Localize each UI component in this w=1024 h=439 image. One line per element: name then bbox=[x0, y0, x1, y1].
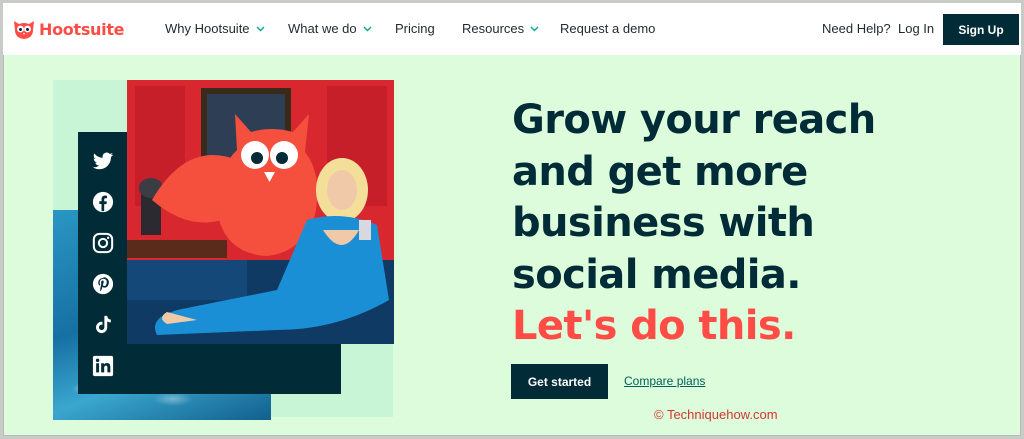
chevron-down-icon bbox=[530, 26, 539, 31]
nav-pricing[interactable]: Pricing bbox=[395, 21, 435, 36]
nav-request-demo[interactable]: Request a demo bbox=[560, 21, 655, 36]
chevron-down-icon bbox=[256, 26, 265, 31]
headline-line: business with bbox=[512, 200, 815, 246]
nav-label: Resources bbox=[462, 21, 525, 36]
nav-resources[interactable]: Resources bbox=[462, 21, 539, 36]
headline-line: and get more bbox=[512, 148, 808, 195]
need-help-link[interactable]: Need Help? bbox=[822, 21, 891, 36]
headline-line: social media. bbox=[512, 251, 801, 298]
linkedin-icon[interactable] bbox=[91, 354, 115, 378]
compare-plans-link[interactable]: Compare plans bbox=[624, 374, 705, 388]
nav-label: What we do bbox=[288, 21, 357, 36]
top-nav: Hootsuite Why Hootsuite What we do Prici… bbox=[3, 3, 1021, 55]
nav-what-we-do[interactable]: What we do bbox=[288, 21, 372, 36]
browser-viewport: Hootsuite Why Hootsuite What we do Prici… bbox=[3, 3, 1021, 436]
hootsuite-logo[interactable]: Hootsuite bbox=[12, 16, 125, 42]
nav-label: Pricing bbox=[395, 21, 435, 36]
chevron-down-icon bbox=[363, 26, 372, 31]
signup-button[interactable]: Sign Up bbox=[943, 14, 1019, 45]
hero-illustration bbox=[127, 80, 394, 344]
hero-headline: Grow your reach and get more business wi… bbox=[512, 95, 992, 353]
login-label: Log In bbox=[898, 21, 935, 36]
get-started-button[interactable]: Get started bbox=[511, 364, 608, 399]
need-help-label: Need Help? bbox=[822, 21, 891, 36]
watermark-text: © Techniquehow.com bbox=[654, 407, 778, 422]
instagram-icon[interactable] bbox=[91, 231, 115, 255]
facebook-icon[interactable] bbox=[91, 190, 115, 214]
nav-why-hootsuite[interactable]: Why Hootsuite bbox=[165, 21, 265, 36]
twitter-icon[interactable] bbox=[91, 149, 115, 173]
logo-wordmark: Hootsuite bbox=[39, 19, 125, 39]
headline-accent-line: Let's do this. bbox=[512, 303, 796, 349]
hero-photo bbox=[127, 80, 394, 344]
nav-label: Request a demo bbox=[560, 21, 656, 36]
headline-line: Grow your reach bbox=[512, 97, 876, 143]
tiktok-icon[interactable] bbox=[91, 313, 115, 337]
login-link[interactable]: Log In bbox=[898, 21, 934, 36]
owl-logo-icon bbox=[14, 21, 34, 39]
decorative-navy-block bbox=[78, 344, 341, 394]
nav-label: Why Hootsuite bbox=[165, 21, 250, 36]
pinterest-icon[interactable] bbox=[91, 272, 115, 296]
